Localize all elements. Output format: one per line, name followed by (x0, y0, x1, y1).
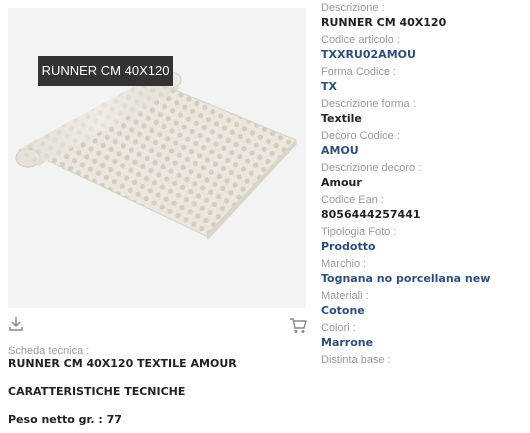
detail-marchio: Marchio : Tognana no porcellana new (321, 258, 526, 290)
detail-label: Codice Ean : (321, 194, 384, 206)
detail-label: Materiali : (321, 290, 369, 302)
product-image-panel: RUNNER CM 40X120 (8, 8, 306, 308)
detail-value: Amour (321, 176, 362, 189)
detail-value: AMOU (321, 144, 359, 157)
detail-value: Cotone (321, 304, 365, 317)
detail-label: Marchio : (321, 258, 367, 270)
detail-value: Marrone (321, 336, 374, 349)
detail-colori: Colori : Marrone (321, 322, 526, 354)
product-image (15, 71, 297, 240)
detail-descrizione-forma: Descrizione forma : Textile (321, 98, 526, 130)
detail-value: 8056444257441 (321, 208, 421, 221)
detail-label: Forma Codice : (321, 66, 397, 78)
detail-label: Distinta base : (321, 354, 391, 366)
detail-value: TXXRU02AMOU (321, 48, 416, 61)
detail-label: Descrizione forma : (321, 98, 416, 110)
detail-label: Decoro Codice : (321, 130, 400, 142)
detail-codice-ean: Codice Ean : 8056444257441 (321, 194, 526, 226)
download-icon[interactable] (9, 316, 23, 332)
detail-tipologia-foto: Tipologia Foto : Prodotto (321, 226, 526, 258)
detail-decoro-codice: Decoro Codice : AMOU (321, 130, 526, 162)
detail-label: Colori : (321, 322, 356, 334)
detail-distinta-base: Distinta base : (321, 354, 526, 386)
net-weight: Peso netto gr. : 77 (8, 413, 122, 426)
detail-label: Descrizione decoro : (321, 162, 422, 174)
detail-value (321, 367, 526, 383)
detail-label: Tipologia Foto : (321, 226, 397, 238)
scheda-tecnica-label: Scheda tecnica : (8, 345, 90, 357)
detail-materiali: Materiali : Cotone (321, 290, 526, 322)
detail-value: TX (321, 80, 337, 93)
detail-value: Textile (321, 112, 362, 125)
detail-label: Descrizione : (321, 2, 385, 14)
detail-descrizione: Descrizione : RUNNER CM 40X120 (321, 2, 526, 34)
product-details: Descrizione : RUNNER CM 40X120 Codice ar… (321, 2, 526, 386)
characteristics-title: CARATTERISTICHE TECNICHE (8, 385, 186, 398)
detail-label: Codice articolo : (321, 34, 400, 46)
product-name-tag: RUNNER CM 40X120 (38, 56, 173, 86)
detail-descrizione-decoro: Descrizione decoro : Amour (321, 162, 526, 194)
cart-icon[interactable] (289, 317, 307, 334)
detail-value: Tognana no porcellana new (321, 272, 491, 285)
detail-codice-articolo: Codice articolo : TXXRU02AMOU (321, 34, 526, 66)
detail-value: Prodotto (321, 240, 376, 253)
detail-value: RUNNER CM 40X120 (321, 16, 447, 29)
detail-forma-codice: Forma Codice : TX (321, 66, 526, 98)
scheda-tecnica-value: RUNNER CM 40X120 TEXTILE AMOUR (8, 357, 237, 370)
